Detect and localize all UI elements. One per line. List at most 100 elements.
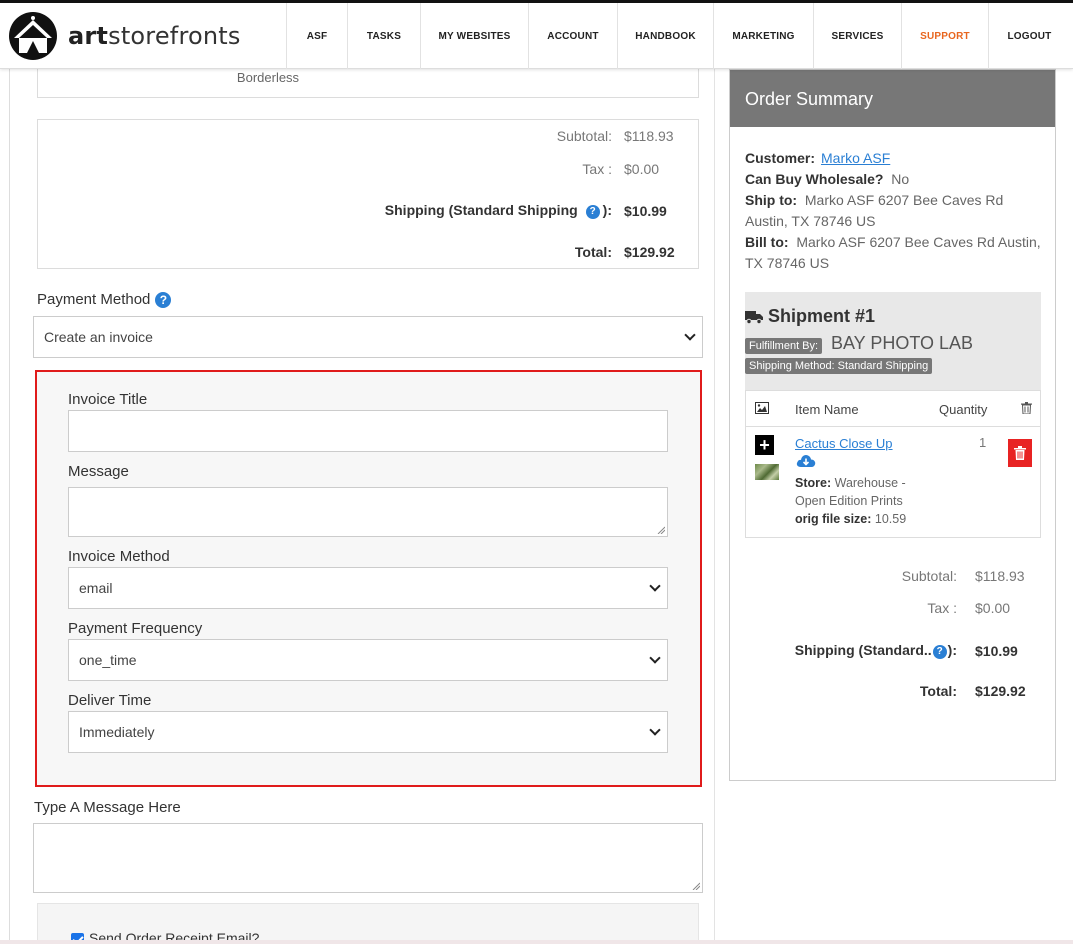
nav-logout[interactable]: LOGOUT — [988, 3, 1070, 69]
customer-link[interactable]: Marko ASF — [821, 150, 890, 166]
summary-tax-label: Tax : — [927, 600, 957, 616]
order-summary-panel: Order Summary Customer: Marko ASF Can Buy… — [729, 69, 1056, 781]
summary-subtotal-label: Subtotal: — [901, 568, 957, 584]
summary-total-value: $129.92 — [975, 683, 1026, 699]
table-header: Item Name Quantity — [746, 391, 1040, 427]
checkout-form: Borderless Subtotal: $118.93 Tax : $0.00… — [10, 67, 715, 944]
shipment-card: Shipment #1 Fulfillment By: BAY PHOTO LA… — [745, 292, 1041, 540]
file-size-label: orig file size: — [795, 512, 872, 526]
summary-shipping-label: Shipping (Standard..?): — [794, 642, 957, 659]
main-nav: ASF TASKS MY WEBSITES ACCOUNT HANDBOOK M… — [286, 3, 1070, 69]
item-name-link[interactable]: Cactus Close Up — [795, 436, 893, 451]
nav-services[interactable]: SERVICES — [813, 3, 901, 69]
cloud-download-icon[interactable] — [796, 454, 816, 468]
order-message-textarea[interactable] — [33, 823, 703, 893]
image-icon — [755, 402, 769, 414]
payment-method-select[interactable]: Create an invoice — [33, 316, 703, 358]
subtotal-row: Subtotal: $118.93 — [557, 128, 688, 144]
tent-logo-icon — [9, 12, 57, 60]
summary-total-row: Total: $129.92 — [920, 683, 1031, 699]
chevron-down-icon — [649, 724, 661, 736]
shipment-title: Shipment #1 — [745, 306, 875, 327]
total-value: $129.92 — [624, 244, 675, 260]
top-navbar: artstorefronts ASF TASKS MY WEBSITES ACC… — [0, 0, 1073, 69]
shipping-row: Shipping (Standard Shipping?): $10.99 — [385, 202, 688, 219]
nav-asf[interactable]: ASF — [286, 3, 347, 69]
trash-icon — [1021, 402, 1032, 414]
invoice-method-label: Invoice Method — [68, 548, 170, 565]
shipment-items-table: Item Name Quantity + Cactus Close Up Sto… — [745, 390, 1041, 538]
item-thumbnail[interactable] — [755, 464, 779, 480]
bill-to-value: Marko ASF 6207 Bee Caves Rd Austin, TX 7… — [745, 234, 1041, 271]
nav-my-websites[interactable]: MY WEBSITES — [420, 3, 528, 69]
item-quantity: 1 — [979, 435, 987, 450]
summary-shipping-value: $10.99 — [975, 642, 1018, 659]
summary-subtotal-row: Subtotal: $118.93 — [902, 568, 1031, 584]
shipment-header: Shipment #1 Fulfillment By: BAY PHOTO LA… — [745, 292, 1041, 390]
col-quantity: Quantity — [939, 402, 988, 417]
total-label: Total: — [574, 244, 612, 260]
summary-total-label: Total: — [919, 683, 957, 699]
payment-frequency-label: Payment Frequency — [68, 620, 203, 637]
invoice-title-input[interactable] — [68, 410, 668, 452]
tax-row: Tax : $0.00 — [582, 161, 688, 177]
help-icon[interactable]: ? — [932, 645, 947, 659]
shipping-method-badge: Shipping Method: Standard Shipping — [745, 358, 933, 374]
resize-handle-icon[interactable] — [692, 882, 700, 890]
item-option-row: Borderless — [37, 67, 699, 98]
nav-marketing[interactable]: MARKETING — [713, 3, 813, 69]
remove-item-button[interactable] — [1008, 439, 1032, 467]
summary-shipping-row: Shipping (Standard..?): $10.99 — [795, 642, 1031, 659]
summary-tax-value: $0.00 — [975, 600, 1011, 616]
brand-name: artstorefronts — [68, 22, 241, 50]
deliver-time-label: Deliver Time — [68, 692, 152, 709]
order-summary-heading: Order Summary — [730, 70, 1055, 127]
tax-value: $0.00 — [624, 161, 660, 177]
nav-account[interactable]: ACCOUNT — [528, 3, 617, 69]
item-details: Store: Warehouse - Open Edition Prints o… — [795, 474, 915, 528]
shipping-value: $10.99 — [624, 202, 667, 219]
nav-handbook[interactable]: HANDBOOK — [617, 3, 713, 69]
summary-tax-row: Tax : $0.00 — [927, 600, 1031, 616]
chevron-down-icon — [684, 329, 696, 341]
bill-to-label: Bill to: — [745, 234, 789, 250]
shipping-label: Shipping (Standard Shipping?): — [384, 202, 612, 219]
summary-subtotal-value: $118.93 — [975, 568, 1025, 584]
expand-item-icon[interactable]: + — [755, 435, 774, 455]
ship-to-label: Ship to: — [745, 192, 798, 208]
invoice-title-label: Invoice Title — [68, 391, 148, 408]
fulfillment-lab: BAY PHOTO LAB — [831, 333, 974, 353]
order-totals-panel: Subtotal: $118.93 Tax : $0.00 Shipping (… — [37, 119, 699, 269]
customer-info: Customer: Marko ASF Can Buy Wholesale? No… — [745, 148, 1045, 274]
invoice-method-select[interactable]: email — [68, 567, 668, 609]
borderless-text: Borderless — [236, 70, 300, 85]
fulfillment-badge: Fulfillment By: — [745, 338, 823, 354]
trash-icon — [1014, 446, 1026, 460]
payment-frequency-select[interactable]: one_time — [68, 639, 668, 681]
file-size-value: 10.59 — [874, 512, 907, 526]
truck-icon — [745, 310, 763, 324]
subtotal-label: Subtotal: — [556, 128, 612, 144]
email-receipt-panel: Send Order Receipt Email? — [37, 903, 699, 944]
deliver-time-select[interactable]: Immediately — [68, 711, 668, 753]
tax-label: Tax : — [582, 161, 612, 177]
wholesale-value: No — [891, 171, 910, 187]
payment-help-icon[interactable]: ? — [155, 291, 172, 308]
message-label: Message — [68, 463, 129, 480]
help-icon[interactable]: ? — [585, 205, 600, 219]
chevron-down-icon — [649, 652, 661, 664]
invoice-message-textarea[interactable] — [68, 487, 668, 537]
brand-logo[interactable]: artstorefronts — [8, 11, 241, 61]
nav-tasks[interactable]: TASKS — [347, 3, 420, 69]
resize-handle-icon[interactable] — [657, 526, 665, 534]
store-label: Store: — [795, 476, 832, 490]
chevron-down-icon — [649, 580, 661, 592]
col-item-name: Item Name — [795, 402, 859, 417]
wholesale-label: Can Buy Wholesale? — [745, 171, 884, 187]
payment-method-label: Payment Method ? — [37, 291, 172, 308]
invoice-settings-box: Invoice Title Message Invoice Method ema… — [35, 370, 702, 787]
order-message-label: Type A Message Here — [34, 799, 181, 816]
nav-support[interactable]: SUPPORT — [901, 3, 988, 69]
customer-label: Customer: — [745, 150, 816, 166]
total-row: Total: $129.92 — [575, 244, 688, 260]
